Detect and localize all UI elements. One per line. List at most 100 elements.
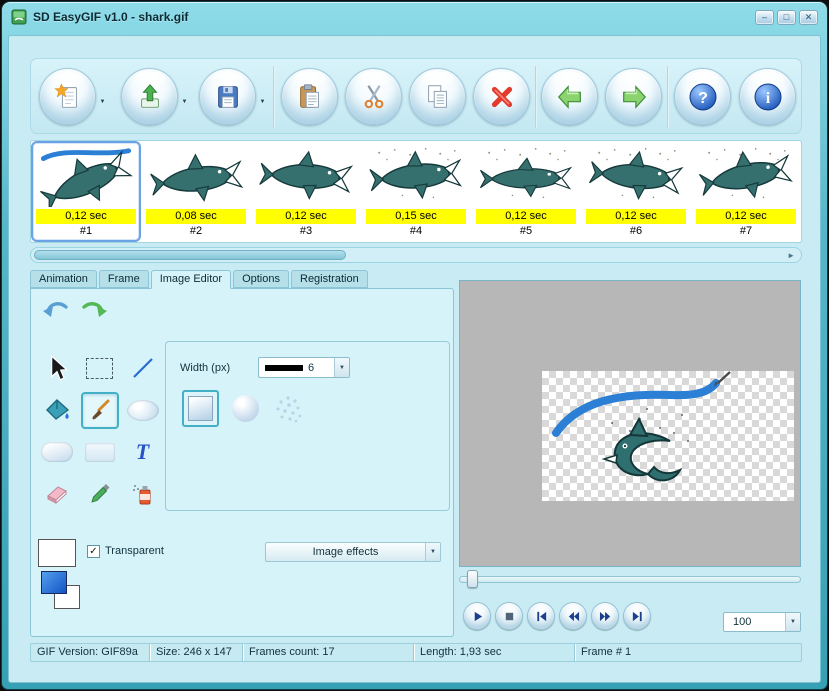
width-dropdown-arrow[interactable]: ▼: [334, 358, 349, 377]
frame-thumbnail: [583, 143, 689, 209]
frame-duration-label: 0,12 sec: [256, 209, 356, 224]
color-selector: [41, 571, 105, 619]
tab-registration[interactable]: Registration: [291, 270, 368, 288]
scrollbar-thumb[interactable]: [34, 250, 346, 260]
eraser-tool-button[interactable]: [35, 473, 78, 515]
brush-shape-spray-button[interactable]: [270, 392, 308, 425]
frame-item-2[interactable]: 0,08 sec #2: [141, 141, 251, 242]
new-dropdown-arrow[interactable]: ▼: [97, 99, 108, 105]
frame-duration-label: 0,12 sec: [36, 209, 136, 224]
first-frame-button[interactable]: [527, 602, 555, 630]
frame-strip-scrollbar[interactable]: ►: [30, 247, 802, 263]
rect-icon: [84, 442, 115, 462]
last-frame-button[interactable]: [623, 602, 651, 630]
slider-thumb[interactable]: [467, 570, 478, 588]
back-button[interactable]: [541, 68, 598, 125]
delete-button[interactable]: [473, 68, 530, 125]
frame-number-label: #5: [519, 225, 533, 237]
copy-icon: [427, 84, 447, 108]
minimize-icon: –: [761, 12, 767, 22]
brush-selected-highlight: [80, 391, 119, 429]
transparent-color-swatch[interactable]: [38, 539, 76, 567]
new-button[interactable]: [39, 68, 96, 125]
frame-number-label: #2: [189, 225, 203, 237]
frame-duration-label: 0,12 sec: [586, 209, 686, 224]
undo-button[interactable]: [41, 297, 71, 326]
open-button[interactable]: [121, 68, 178, 125]
scroll-right-icon[interactable]: ►: [787, 251, 795, 260]
frame-thumbnail: [363, 143, 469, 209]
main-toolbar: ▼ ▼ ▼ ? i: [30, 58, 802, 134]
tab-options[interactable]: Options: [233, 270, 289, 288]
frame-item-3[interactable]: 0,12 sec #3: [251, 141, 361, 242]
brush-shape-round-button[interactable]: [232, 395, 259, 422]
save-icon: [217, 85, 238, 108]
color-picker-tool-button[interactable]: [78, 473, 121, 515]
image-effects-label: Image effects: [312, 546, 379, 558]
maximize-icon: □: [783, 12, 790, 22]
zoom-dropdown-arrow[interactable]: ▼: [785, 613, 800, 631]
tab-frame[interactable]: Frame: [98, 270, 149, 288]
tab-image-editor[interactable]: Image Editor: [150, 270, 232, 289]
rewind-button[interactable]: [559, 602, 587, 630]
forward-button[interactable]: [605, 68, 662, 125]
info-button[interactable]: i: [739, 68, 796, 125]
frame-duration-label: 0,08 sec: [146, 209, 246, 224]
delete-x-icon: [491, 86, 512, 107]
width-dropdown[interactable]: 6 ▼: [258, 357, 350, 378]
image-effects-button[interactable]: Image effects ▼: [265, 542, 441, 562]
paste-button[interactable]: [281, 68, 338, 125]
title-bar: SD EasyGIF v1.0 - shark.gif – □ ✕: [2, 2, 827, 32]
fast-forward-icon: [599, 611, 610, 621]
frame-item-6[interactable]: 0,12 sec #6: [581, 141, 691, 242]
window-controls: – □ ✕: [755, 9, 818, 25]
fill-tool-button[interactable]: [35, 389, 78, 431]
help-button[interactable]: ?: [674, 68, 731, 125]
line-tool-button[interactable]: [121, 347, 164, 389]
image-effects-dropdown-arrow[interactable]: ▼: [425, 543, 440, 561]
save-button[interactable]: [199, 68, 256, 125]
text-tool-button[interactable]: T: [121, 431, 164, 473]
skip-to-end-icon: [632, 611, 642, 621]
pointer-tool-button[interactable]: [35, 347, 78, 389]
selection-tool-button[interactable]: [78, 347, 121, 389]
frame-item-7[interactable]: 0,12 sec #7: [691, 141, 801, 242]
rect-tool-button[interactable]: [78, 431, 121, 473]
close-button[interactable]: ✕: [799, 9, 818, 25]
frame-item-1[interactable]: 0,12 sec #1: [31, 141, 141, 242]
redo-button[interactable]: [79, 297, 109, 326]
stop-button[interactable]: [495, 602, 523, 630]
transparent-label: Transparent: [105, 545, 164, 557]
maximize-button[interactable]: □: [777, 9, 796, 25]
frame-item-5[interactable]: 0,12 sec #5: [471, 141, 581, 242]
slider-track[interactable]: [459, 576, 801, 583]
cut-button[interactable]: [345, 68, 402, 125]
save-dropdown-arrow[interactable]: ▼: [257, 99, 268, 105]
rounded-rect-tool-button[interactable]: [35, 431, 78, 473]
ellipse-tool-button[interactable]: [121, 389, 164, 431]
selection-marquee-icon: [86, 357, 113, 379]
transparent-checkbox[interactable]: ✓: [87, 545, 100, 558]
fill-bucket-icon: [45, 399, 69, 420]
brush-shape-square-button[interactable]: [182, 390, 219, 427]
minimize-button[interactable]: –: [755, 9, 774, 25]
open-dropdown-arrow[interactable]: ▼: [179, 99, 190, 105]
app-window: SD EasyGIF v1.0 - shark.gif – □ ✕ ▼ ▼ ▼ …: [1, 1, 828, 690]
spray-tool-button[interactable]: [121, 473, 164, 515]
tool-palette: T: [35, 347, 164, 515]
play-button[interactable]: [463, 602, 491, 630]
copy-button[interactable]: [409, 68, 466, 125]
preview-canvas[interactable]: [542, 371, 794, 501]
frame-number-label: #6: [629, 225, 643, 237]
zoom-dropdown[interactable]: 100 ▼: [723, 612, 801, 632]
status-gif-version: GIF Version: GIF89a: [31, 644, 150, 661]
eyedropper-icon: [90, 484, 109, 503]
frame-duration-label: 0,12 sec: [476, 209, 576, 224]
frame-number-label: #3: [299, 225, 313, 237]
fast-forward-button[interactable]: [591, 602, 619, 630]
frame-item-4[interactable]: 0,15 sec #4: [361, 141, 471, 242]
foreground-color-swatch[interactable]: [41, 571, 67, 594]
brush-tool-button[interactable]: [78, 389, 121, 431]
tab-animation[interactable]: Animation: [30, 270, 97, 288]
svg-text:i: i: [765, 90, 770, 107]
